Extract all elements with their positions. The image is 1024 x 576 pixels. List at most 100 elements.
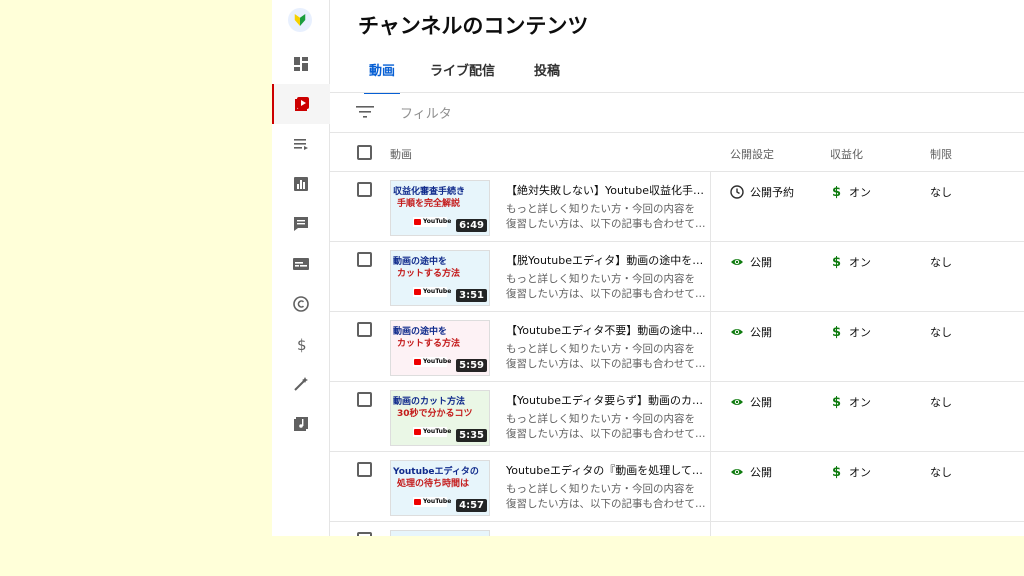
restrictions-cell: なし bbox=[930, 396, 952, 409]
sidebar-item-comments[interactable] bbox=[272, 204, 330, 244]
copyright-icon bbox=[293, 296, 309, 312]
video-thumbnail[interactable]: 動画の途中を カットする方法 YouTube 3:51 bbox=[390, 250, 490, 306]
visibility-cell[interactable]: 公開 bbox=[730, 324, 772, 340]
monetization-cell[interactable]: $ オン bbox=[832, 464, 871, 480]
sidebar-item-dashboard[interactable] bbox=[272, 44, 330, 84]
column-header-visibility[interactable]: 公開設定 bbox=[730, 146, 774, 162]
monetization-cell[interactable]: $ オン bbox=[832, 184, 871, 200]
video-thumbnail[interactable]: 動画のカット方法 30秒で分かるコツ YouTube 5:35 bbox=[390, 390, 490, 446]
column-divider bbox=[710, 522, 711, 536]
table-row[interactable]: 動画のカット方法 30秒で分かるコツ YouTube 5:35 【Youtube… bbox=[330, 382, 1024, 452]
audio-library-icon bbox=[294, 417, 308, 431]
table-row-partial[interactable] bbox=[330, 522, 1024, 536]
video-title[interactable]: 【脱Youtubeエディタ】動画の途中を… bbox=[506, 252, 703, 268]
description-line: 復習したい方は、以下の記事も合わせて… bbox=[506, 358, 706, 370]
sidebar-item-playlists[interactable] bbox=[272, 124, 330, 164]
row-checkbox[interactable] bbox=[357, 182, 372, 197]
description-line: もっと詳しく知りたい方・今回の内容を bbox=[506, 203, 695, 215]
filter-icon[interactable] bbox=[356, 105, 374, 119]
table-row[interactable]: Youtubeエディタの 処理の待ち時間は YouTube 4:57 Youtu… bbox=[330, 452, 1024, 522]
video-description: もっと詳しく知りたい方・今回の内容を 復習したい方は、以下の記事も合わせて… bbox=[506, 482, 706, 512]
video-thumbnail[interactable]: 収益化審査手続き 手順を完全解説 YouTube 6:49 bbox=[390, 180, 490, 236]
monetization-cell[interactable]: $ オン bbox=[832, 324, 871, 340]
sidebar-item-audio-library[interactable] bbox=[272, 404, 330, 444]
sidebar-item-monetization[interactable]: $ bbox=[272, 324, 330, 364]
eye-icon bbox=[731, 469, 743, 475]
sidebar-item-analytics[interactable] bbox=[272, 164, 330, 204]
video-thumbnail[interactable]: Youtubeエディタの 処理の待ち時間は YouTube 4:57 bbox=[390, 460, 490, 516]
video-thumbnail[interactable] bbox=[390, 530, 490, 536]
tab-videos[interactable]: 動画 bbox=[364, 60, 400, 94]
row-checkbox[interactable] bbox=[357, 252, 372, 267]
restrictions-cell: なし bbox=[930, 466, 952, 479]
table-row[interactable]: 収益化審査手続き 手順を完全解説 YouTube 6:49 【絶対失敗しない】Y… bbox=[330, 172, 1024, 242]
visibility-cell[interactable]: 公開 bbox=[730, 464, 772, 480]
video-description: もっと詳しく知りたい方・今回の内容を 復習したい方は、以下の記事も合わせて… bbox=[506, 342, 706, 372]
thumbnail-text: 処理の待ち時間は bbox=[397, 479, 470, 489]
visibility-label: 公開 bbox=[750, 466, 772, 479]
youtube-badge: YouTube bbox=[413, 427, 451, 437]
monetization-cell[interactable]: $ オン bbox=[832, 254, 871, 270]
column-divider bbox=[710, 312, 711, 382]
page-title: チャンネルのコンテンツ bbox=[358, 14, 589, 38]
visibility-cell[interactable]: 公開 bbox=[730, 254, 772, 270]
sidebar-item-customization[interactable] bbox=[272, 364, 330, 404]
monetization-label: オン bbox=[849, 466, 872, 479]
visibility-cell[interactable]: 公開 bbox=[730, 394, 772, 410]
tabs-divider bbox=[330, 92, 1024, 93]
table-row[interactable]: 動画の途中を カットする方法 YouTube 3:51 【脱Youtubeエディ… bbox=[330, 242, 1024, 312]
studio-window: $ チャンネルのコンテンツ 動画 ライブ配信 投稿 フィルタ 動画 公開設定 収… bbox=[272, 0, 1024, 536]
description-line: 復習したい方は、以下の記事も合わせて… bbox=[506, 288, 706, 300]
sidebar: $ bbox=[272, 0, 330, 536]
video-title[interactable]: 【Youtubeエディタ要らず】動画のカ… bbox=[506, 392, 703, 408]
sidebar-item-copyright[interactable] bbox=[272, 284, 330, 324]
channel-avatar[interactable] bbox=[288, 8, 312, 32]
row-checkbox[interactable] bbox=[357, 392, 372, 407]
video-title[interactable]: 【絶対失敗しない】Youtube収益化手… bbox=[506, 182, 704, 198]
description-line: もっと詳しく知りたい方・今回の内容を bbox=[506, 413, 695, 425]
sidebar-item-subtitles[interactable] bbox=[272, 244, 330, 284]
visibility-label: 公開予約 bbox=[750, 186, 794, 199]
filter-divider bbox=[330, 132, 1024, 133]
visibility-label: 公開 bbox=[750, 396, 772, 409]
description-line: 復習したい方は、以下の記事も合わせて… bbox=[506, 428, 706, 440]
row-checkbox[interactable] bbox=[357, 322, 372, 337]
row-checkbox[interactable] bbox=[357, 532, 372, 536]
restrictions-cell: なし bbox=[930, 326, 952, 339]
duration-badge: 6:49 bbox=[456, 219, 487, 232]
dollar-icon: $ bbox=[832, 184, 842, 200]
monetization-label: オン bbox=[849, 326, 872, 339]
youtube-badge: YouTube bbox=[413, 357, 451, 367]
description-line: もっと詳しく知りたい方・今回の内容を bbox=[506, 343, 695, 355]
video-description: もっと詳しく知りたい方・今回の内容を 復習したい方は、以下の記事も合わせて… bbox=[506, 202, 706, 232]
column-header-monetization[interactable]: 収益化 bbox=[830, 146, 863, 162]
sidebar-item-content[interactable] bbox=[272, 84, 330, 124]
description-line: もっと詳しく知りたい方・今回の内容を bbox=[506, 483, 695, 495]
analytics-icon bbox=[294, 177, 308, 191]
column-divider bbox=[710, 382, 711, 452]
filter-input[interactable]: フィルタ bbox=[400, 103, 452, 122]
row-checkbox[interactable] bbox=[357, 462, 372, 477]
tab-live[interactable]: ライブ配信 bbox=[430, 60, 495, 94]
eye-icon bbox=[731, 399, 743, 405]
eye-icon bbox=[731, 259, 743, 265]
monetization-label: オン bbox=[849, 256, 872, 269]
video-description: もっと詳しく知りたい方・今回の内容を 復習したい方は、以下の記事も合わせて… bbox=[506, 272, 706, 302]
monetization-cell[interactable]: $ オン bbox=[832, 394, 871, 410]
thumbnail-text: カットする方法 bbox=[397, 339, 461, 349]
column-header-video[interactable]: 動画 bbox=[390, 146, 412, 162]
table-row[interactable]: 動画の途中を カットする方法 YouTube 5:59 【Youtubeエディタ… bbox=[330, 312, 1024, 382]
video-title[interactable]: 【Youtubeエディタ不要】動画の途中… bbox=[506, 322, 703, 338]
video-title[interactable]: Youtubeエディタの『動画を処理して… bbox=[506, 462, 703, 478]
column-divider bbox=[710, 242, 711, 312]
tab-posts[interactable]: 投稿 bbox=[534, 60, 560, 94]
subtitles-icon bbox=[293, 258, 309, 270]
comments-icon bbox=[294, 217, 308, 231]
description-line: もっと詳しく知りたい方・今回の内容を bbox=[506, 273, 695, 285]
column-header-restrictions[interactable]: 制限 bbox=[930, 146, 952, 162]
select-all-checkbox[interactable] bbox=[357, 145, 372, 160]
video-thumbnail[interactable]: 動画の途中を カットする方法 YouTube 5:59 bbox=[390, 320, 490, 376]
visibility-cell[interactable]: 公開予約 bbox=[730, 184, 794, 200]
duration-badge: 3:51 bbox=[456, 289, 487, 302]
clock-icon bbox=[730, 185, 744, 199]
